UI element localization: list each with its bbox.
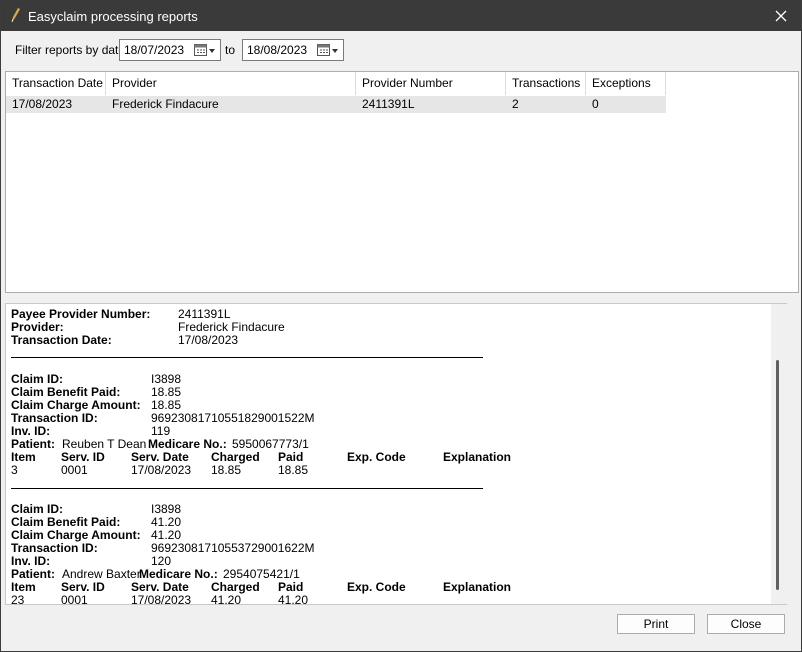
val-serv-date: 17/08/2023 (131, 593, 192, 605)
to-date-value[interactable]: 18/08/2023 (247, 43, 307, 57)
filter-label: Filter reports by date: (15, 43, 129, 57)
window-title: Easyclaim processing reports (28, 9, 198, 24)
val-serv-id: 0001 (61, 593, 88, 605)
from-date-value[interactable]: 18/07/2023 (124, 43, 184, 57)
scrollbar-thumb[interactable] (776, 360, 779, 590)
cell-exceptions: 0 (592, 97, 599, 111)
val-item: 23 (11, 593, 25, 605)
report-scrollbar[interactable] (771, 304, 787, 604)
val-serv-id: 0001 (61, 463, 88, 477)
cell-provider: Frederick Findacure (112, 97, 219, 111)
val-paid: 18.85 (278, 463, 309, 477)
val-charged: 18.85 (211, 463, 242, 477)
cell-transaction-date: 17/08/2023 (12, 97, 73, 111)
transaction-id-value: 96923081710551829001522M (151, 411, 315, 425)
column-header-transaction-date[interactable]: Transaction Date (6, 72, 106, 95)
title-bar: Easyclaim processing reports (1, 1, 801, 31)
close-icon[interactable] (761, 1, 801, 31)
reports-grid[interactable]: Transaction Date Provider Provider Numbe… (5, 71, 799, 293)
divider (11, 357, 483, 358)
easyclaim-window: Easyclaim processing reports Filter repo… (0, 0, 802, 652)
val-item: 3 (11, 463, 18, 477)
to-label: to (225, 43, 236, 57)
transaction-date-label: Transaction Date: (11, 333, 112, 347)
table-row[interactable]: 17/08/2023 Frederick Findacure 2411391L … (6, 96, 666, 113)
print-button[interactable]: Print (617, 614, 695, 634)
col-explanation: Explanation (443, 450, 512, 464)
val-paid: 41.20 (278, 593, 309, 605)
val-serv-date: 17/08/2023 (131, 463, 192, 477)
column-header-exceptions[interactable]: Exceptions (586, 72, 666, 95)
divider (11, 488, 483, 489)
calendar-dropdown-icon[interactable] (194, 44, 216, 57)
grid-header: Transaction Date Provider Provider Numbe… (6, 72, 798, 95)
from-date-picker[interactable]: 18/07/2023 (119, 39, 221, 61)
column-header-provider[interactable]: Provider (106, 72, 356, 95)
cell-provider-number: 2411391L (362, 97, 415, 111)
col-exp-code: Exp. Code (347, 450, 406, 464)
pen-icon (9, 7, 21, 24)
val-charged: 41.20 (211, 593, 242, 605)
report-text-area[interactable]: Payee Provider Number: 2411391L Provider… (5, 303, 787, 605)
col-exp-code: Exp. Code (347, 580, 406, 594)
transaction-date-value: 17/08/2023 (178, 333, 239, 347)
close-button[interactable]: Close (707, 614, 785, 634)
column-header-provider-number[interactable]: Provider Number (356, 72, 506, 95)
calendar-dropdown-icon[interactable] (317, 44, 339, 57)
col-explanation: Explanation (443, 580, 512, 594)
transaction-id-value: 96923081710553729001622M (151, 541, 315, 555)
cell-transactions: 2 (512, 97, 519, 111)
to-date-picker[interactable]: 18/08/2023 (242, 39, 344, 61)
column-header-transactions[interactable]: Transactions (506, 72, 586, 95)
